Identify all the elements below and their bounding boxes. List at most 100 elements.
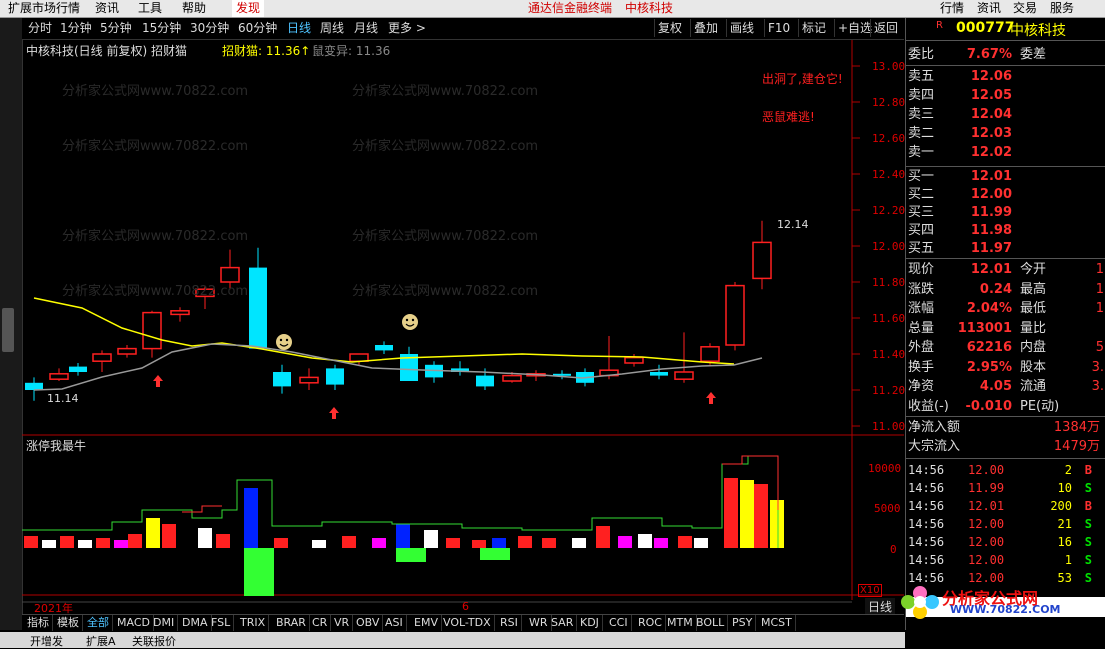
- tick-volume: 2: [1064, 463, 1072, 477]
- menu-item-tools[interactable]: 工具: [138, 0, 162, 17]
- r-badge: R: [936, 20, 943, 31]
- x-axis-month: 6: [462, 600, 469, 613]
- stat-value-2: 3.: [1091, 379, 1104, 394]
- annotation-rat-signal: 恶鼠难逃!: [762, 110, 815, 124]
- tab-period-monthly[interactable]: 月线: [354, 20, 378, 37]
- indicator-tab[interactable]: CR: [309, 615, 332, 631]
- toolbar-back-button[interactable]: 返回: [870, 19, 901, 37]
- tab-period-30min[interactable]: 30分钟: [190, 20, 229, 37]
- tick-volume: 53: [1057, 571, 1072, 583]
- indicator-tab[interactable]: TRIX: [237, 615, 270, 631]
- period-toolbar: 分时 1分钟 5分钟 15分钟 30分钟 60分钟 日线 周线 月线 更多 > …: [22, 18, 904, 40]
- zoom-x10-label[interactable]: X10: [858, 584, 882, 597]
- bid-label: 买五: [908, 241, 935, 256]
- wecha-label: 委差: [1020, 47, 1047, 62]
- menu-item-help[interactable]: 帮助: [182, 0, 206, 17]
- status-item[interactable]: 关联报价: [132, 633, 176, 649]
- stat-label: 收益(-): [908, 398, 949, 414]
- menu-item-news[interactable]: 资讯: [95, 0, 119, 17]
- stat-row: 现价 12.01 今开 1: [908, 261, 1104, 279]
- indicator-zhaocaimao-label: 招财猫: 11.36↑: [222, 44, 311, 58]
- tick-list[interactable]: 14:56 12.00 2 B 14:56 11.99 10 S 14:56 12.01 200 B 1…: [906, 459, 1105, 583]
- bid-label: 买四: [908, 223, 935, 238]
- indicator-tab[interactable]: OBV: [353, 615, 384, 631]
- stock-name: 中核科技: [1010, 23, 1066, 39]
- stat-label-2: 流通: [1020, 379, 1047, 394]
- indicator-tab[interactable]: RSI: [497, 615, 522, 631]
- tab-period-weekly[interactable]: 周线: [320, 20, 344, 37]
- stat-value: 12.01: [970, 262, 1012, 277]
- ask-row: 卖五 12.06: [908, 68, 1104, 86]
- watermark-layer: 分析家公式网www.70822.com 分析家公式网www.70822.com …: [22, 40, 852, 580]
- tick-price: 11.99: [968, 481, 1005, 495]
- indicator-tab[interactable]: 模板: [54, 615, 83, 631]
- ask-row: 卖三 12.04: [908, 106, 1104, 124]
- indicator-tab[interactable]: DMI: [150, 615, 179, 631]
- tick-price: 12.00: [968, 553, 1005, 567]
- toolbar-overlay-button[interactable]: 叠加: [690, 19, 721, 37]
- tab-period-15min[interactable]: 15分钟: [142, 20, 181, 37]
- tab-period-5min[interactable]: 5分钟: [100, 20, 132, 37]
- menu-btn-quote[interactable]: 行情: [940, 0, 964, 17]
- indicator-tab[interactable]: DMA: [179, 615, 212, 631]
- indicator-tab[interactable]: VOL-TDX: [440, 615, 495, 631]
- menu-btn-trade[interactable]: 交易: [1013, 0, 1037, 17]
- tick-row: 14:56 12.01 200 B: [908, 497, 1100, 515]
- y-tick: 12.00: [872, 240, 906, 253]
- quote-panel: R 000777 中核科技 委比 7.67% 委差 卖五 12.06 卖四 12.05…: [901, 18, 1105, 630]
- menu-item-market[interactable]: 扩展市场行情: [8, 0, 80, 17]
- indicator-tab[interactable]: 全部: [84, 615, 113, 631]
- bid-row: 买二 12.00: [908, 186, 1104, 204]
- stat-row: 净资 4.05 流通 3.: [908, 378, 1104, 396]
- tab-period-1min[interactable]: 1分钟: [60, 20, 92, 37]
- toolbar-mark-button[interactable]: 标记: [798, 19, 829, 37]
- tab-period-fenshi[interactable]: 分时: [28, 20, 52, 37]
- tick-time: 14:56: [908, 571, 945, 583]
- logo-url: WWW.70822.COM: [950, 603, 1061, 616]
- toolbar-draw-button[interactable]: 画线: [726, 19, 757, 37]
- status-item[interactable]: 扩展A: [86, 633, 116, 649]
- status-item[interactable]: 开增发: [30, 633, 63, 649]
- menu-btn-info[interactable]: 资讯: [977, 0, 1001, 17]
- divider: [906, 65, 1105, 66]
- sub-y-tick: 10000: [868, 462, 902, 475]
- indicator-tab[interactable]: BRAR: [273, 615, 310, 631]
- tick-row: 14:56 12.00 53 S: [908, 569, 1100, 583]
- indicator-tab[interactable]: BOLL: [693, 615, 729, 631]
- tick-row: 14:56 12.00 21 S: [908, 515, 1100, 533]
- watermark-text: 分析家公式网www.70822.com: [62, 139, 249, 154]
- annotation-buy-signal: 出洞了,建仓它!: [762, 72, 843, 86]
- indicator-tab[interactable]: CCI: [606, 615, 632, 631]
- tick-side: B: [1084, 499, 1092, 513]
- daily-line-button[interactable]: 日线: [865, 598, 896, 615]
- menu-btn-service[interactable]: 服务: [1050, 0, 1074, 17]
- indicator-tab[interactable]: ASI: [382, 615, 407, 631]
- toolbar-restore-right-button[interactable]: 复权: [654, 19, 685, 37]
- sidebar-toggle-handle[interactable]: [2, 308, 14, 352]
- bid-price: 11.99: [970, 205, 1012, 220]
- tick-side: B: [1084, 463, 1092, 477]
- toolbar-f10-button[interactable]: F10: [764, 19, 793, 37]
- indicator-tab[interactable]: PSY: [729, 615, 757, 631]
- indicator-tab[interactable]: 指标: [24, 615, 53, 631]
- inflow-row: 净流入额 1384万: [908, 419, 1104, 437]
- indicator-tab[interactable]: MTM: [664, 615, 697, 631]
- indicator-tab[interactable]: EMV: [411, 615, 442, 631]
- watermark-text: 分析家公式网www.70822.com: [352, 284, 539, 299]
- block-inflow-row: 大宗流入 1479万: [908, 438, 1104, 456]
- indicator-tab[interactable]: ROC: [635, 615, 666, 631]
- menu-item-discover[interactable]: 发现: [232, 0, 265, 17]
- indicator-tab[interactable]: MCST: [758, 615, 796, 631]
- tick-price: 12.00: [968, 463, 1005, 477]
- tick-volume: 10: [1057, 481, 1072, 495]
- tab-period-daily[interactable]: 日线: [287, 20, 311, 37]
- indicator-tab[interactable]: VR: [331, 615, 354, 631]
- indicator-tab[interactable]: SAR: [548, 615, 578, 631]
- indicator-tab[interactable]: FSL: [208, 615, 235, 631]
- tab-period-more[interactable]: 更多 >: [388, 20, 426, 37]
- toolbar-add-favorite-button[interactable]: +自选: [834, 19, 875, 37]
- tab-period-60min[interactable]: 60分钟: [238, 20, 277, 37]
- stat-value: 0.24: [979, 281, 1012, 297]
- indicator-tab[interactable]: KDJ: [577, 615, 603, 631]
- indicator-tab[interactable]: MACD: [114, 615, 154, 631]
